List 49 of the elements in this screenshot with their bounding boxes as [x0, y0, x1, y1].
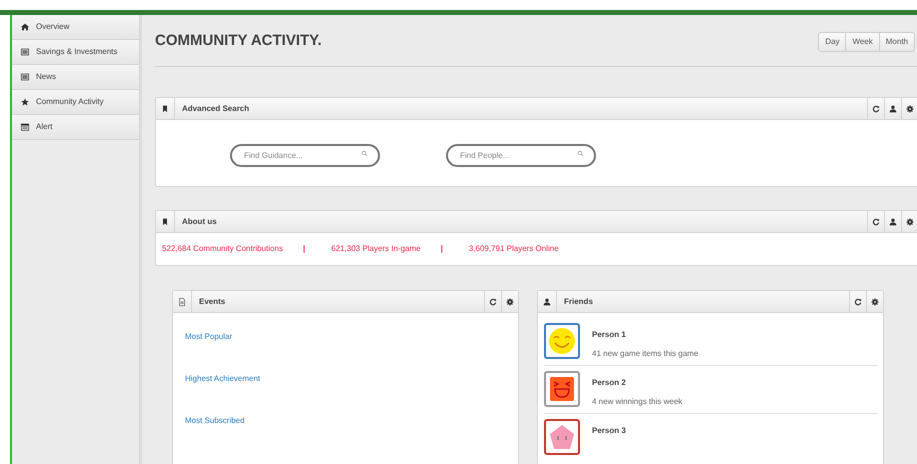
person-name: Person 3: [592, 425, 626, 437]
panel-title: Friends: [563, 296, 594, 308]
sidebar-item[interactable]: Overview: [12, 15, 139, 40]
image-icon: [21, 73, 29, 81]
period-button[interactable]: Month: [878, 32, 914, 50]
person-detail: 4 new winnings this week: [592, 396, 682, 408]
star-icon: [21, 98, 29, 106]
sidebar-item[interactable]: Savings & Investments: [12, 40, 139, 65]
stat-text: 3,609,791 Players Online: [468, 243, 559, 255]
refresh-icon: [489, 298, 497, 306]
bookmark-icon: [161, 104, 169, 112]
event-link[interactable]: Most Subscribed: [185, 415, 518, 426]
document-icon: [178, 298, 186, 306]
sidebar-item[interactable]: News: [12, 65, 139, 90]
separator: |: [440, 243, 443, 255]
search-icon: [577, 150, 584, 156]
search-field[interactable]: Find Guidance...: [230, 144, 380, 166]
sidebar-item[interactable]: Community Activity: [12, 90, 139, 115]
event-link[interactable]: Most Popular: [185, 331, 518, 342]
sidebar-item[interactable]: Alert: [12, 115, 139, 140]
bookmark-icon: [161, 218, 169, 226]
user-icon: [889, 218, 897, 226]
settings-icon: [906, 218, 914, 226]
person-name: Person 1: [592, 329, 627, 341]
user-icon: [543, 298, 551, 306]
page-title: COMMUNITY ACTIVITY.: [155, 31, 322, 52]
calendar-icon: [21, 123, 29, 131]
panel-title: Advanced Search: [181, 102, 250, 114]
settings-icon: [871, 298, 879, 306]
refresh-icon: [854, 298, 862, 306]
user-icon: [889, 104, 897, 112]
refresh-icon: [872, 218, 880, 226]
stat-text: 621,303 Players In-game: [331, 243, 421, 255]
home-icon: [21, 23, 29, 31]
person-detail: 41 new game items this game: [592, 348, 698, 360]
image-icon: [21, 48, 29, 56]
settings-icon: [906, 104, 914, 112]
settings-icon: [506, 298, 514, 306]
period-button[interactable]: Day: [819, 32, 846, 50]
panel-title: Events: [198, 296, 226, 308]
period-button[interactable]: Week: [845, 32, 879, 50]
search-field[interactable]: Find People...: [446, 144, 596, 166]
search-icon: [361, 150, 368, 156]
event-link[interactable]: Highest Achievement: [185, 373, 518, 384]
panel-title: About us: [181, 216, 218, 228]
separator: |: [302, 243, 306, 255]
person-name: Person 2: [592, 377, 627, 389]
refresh-icon: [872, 104, 880, 112]
stat-text: 522,684 Community Contributions: [162, 243, 283, 255]
